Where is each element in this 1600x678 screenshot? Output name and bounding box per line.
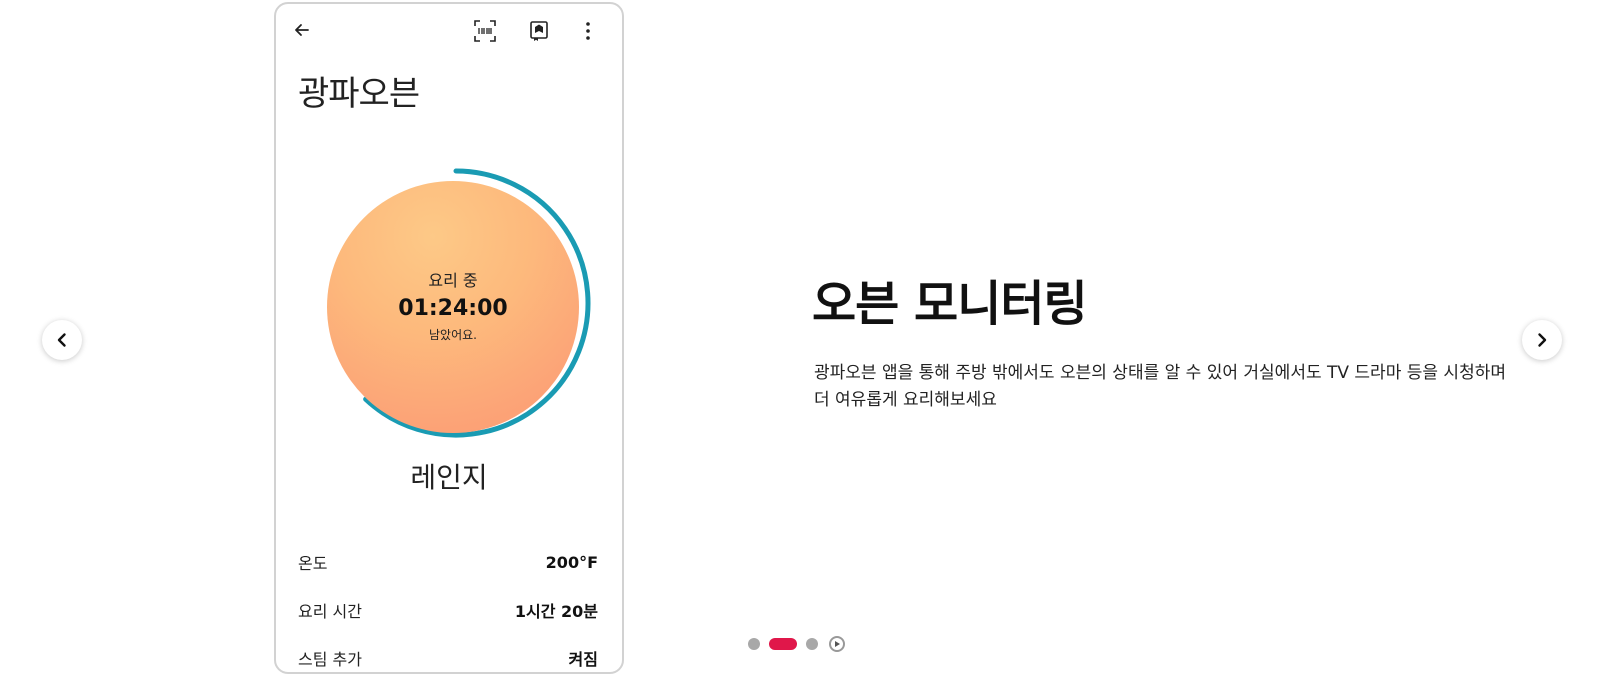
prev-slide-button[interactable] xyxy=(42,320,82,360)
phone-mockup: 광파오븐 요리 중 01:24:00 남았어요. 레인지 온도 200°F 요리… xyxy=(274,2,624,674)
next-slide-button[interactable] xyxy=(1522,320,1562,360)
setting-row-cook-time[interactable]: 요리 시간 1시간 20분 xyxy=(298,598,598,622)
chevron-right-icon xyxy=(1538,333,1547,347)
setting-value: 1시간 20분 xyxy=(514,602,598,621)
scan-icon xyxy=(474,20,496,42)
setting-row-temperature[interactable]: 온도 200°F xyxy=(298,550,598,574)
pagination-dot-2-active[interactable] xyxy=(769,638,797,650)
remaining-label: 남았어요. xyxy=(429,328,477,342)
book-icon xyxy=(530,21,548,41)
cooking-progress-dial: 요리 중 01:24:00 남았어요. xyxy=(320,167,592,439)
more-options-button[interactable] xyxy=(576,18,600,44)
setting-label: 요리 시간 xyxy=(298,602,362,621)
setting-label: 스팀 추가 xyxy=(298,650,362,669)
setting-row-steam[interactable]: 스팀 추가 켜짐 xyxy=(298,646,598,670)
back-button[interactable] xyxy=(290,18,314,42)
carousel-pagination xyxy=(748,636,845,652)
setting-label: 온도 xyxy=(298,554,328,573)
cooking-mode: 레인지 xyxy=(410,461,488,494)
cooking-status: 요리 중 xyxy=(428,271,478,290)
app-toolbar xyxy=(276,4,622,56)
feature-description: 광파오븐 앱을 통해 주방 밖에서도 오븐의 상태를 알 수 있어 거실에서도 … xyxy=(814,363,1506,410)
carousel-stage: 광파오븐 요리 중 01:24:00 남았어요. 레인지 온도 200°F 요리… xyxy=(0,0,1600,678)
remaining-time: 01:24:00 xyxy=(398,296,508,321)
appliance-title: 광파오븐 xyxy=(298,74,420,114)
manual-button[interactable] xyxy=(526,18,552,44)
autoplay-button[interactable] xyxy=(829,636,845,652)
dial-readout: 요리 중 01:24:00 남았어요. xyxy=(327,181,579,433)
chevron-left-icon xyxy=(57,333,66,347)
pagination-dot-3[interactable] xyxy=(806,638,818,650)
setting-value: 켜짐 xyxy=(568,650,598,669)
arrow-left-icon xyxy=(295,24,309,36)
setting-value: 200°F xyxy=(545,552,598,572)
more-vertical-icon xyxy=(586,22,590,40)
feature-title: 오븐 모니터링 xyxy=(812,276,1088,332)
pagination-dot-1[interactable] xyxy=(748,638,760,650)
play-icon xyxy=(835,641,840,647)
scan-button[interactable] xyxy=(472,18,498,44)
